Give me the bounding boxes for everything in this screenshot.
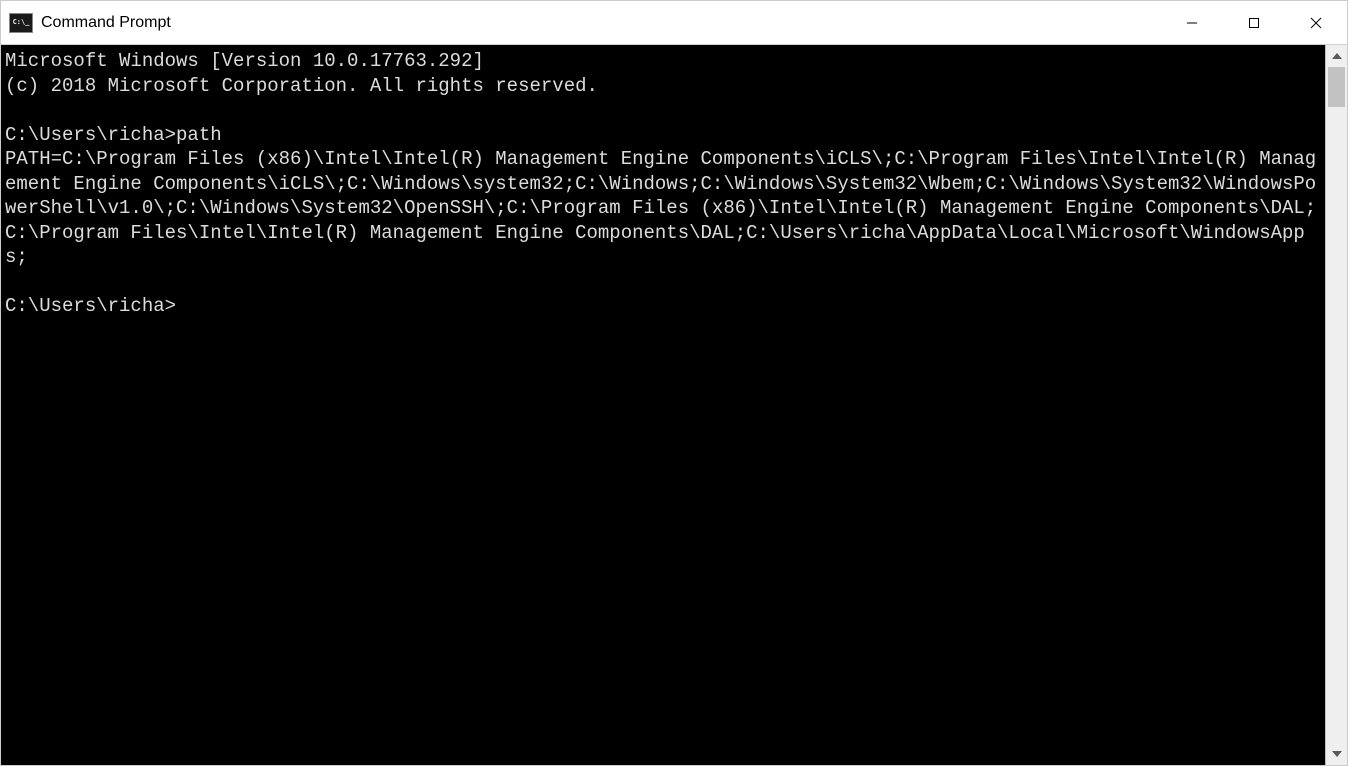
maximize-button[interactable] [1223, 1, 1285, 44]
command-1: path [176, 124, 222, 146]
copyright-line: (c) 2018 Microsoft Corporation. All righ… [5, 75, 598, 97]
scroll-down-button[interactable] [1326, 743, 1347, 765]
titlebar-left: Command Prompt [9, 13, 171, 33]
window-controls [1161, 1, 1347, 44]
titlebar[interactable]: Command Prompt [1, 1, 1347, 45]
maximize-icon [1248, 17, 1260, 29]
console-output[interactable]: Microsoft Windows [Version 10.0.17763.29… [1, 45, 1325, 765]
minimize-button[interactable] [1161, 1, 1223, 44]
scroll-track[interactable] [1326, 67, 1347, 743]
prompt-1: C:\Users\richa> [5, 124, 176, 146]
path-output: PATH=C:\Program Files (x86)\Intel\Intel(… [5, 148, 1316, 268]
scroll-thumb[interactable] [1328, 67, 1345, 107]
minimize-icon [1186, 17, 1198, 29]
scroll-up-button[interactable] [1326, 45, 1347, 67]
chevron-down-icon [1332, 751, 1342, 757]
version-line: Microsoft Windows [Version 10.0.17763.29… [5, 50, 484, 72]
cmd-app-icon [9, 13, 33, 33]
vertical-scrollbar[interactable] [1325, 45, 1347, 765]
window-title: Command Prompt [41, 14, 171, 32]
console-area: Microsoft Windows [Version 10.0.17763.29… [1, 45, 1347, 765]
close-button[interactable] [1285, 1, 1347, 44]
chevron-up-icon [1332, 53, 1342, 59]
close-icon [1310, 17, 1322, 29]
prompt-2: C:\Users\richa> [5, 295, 176, 317]
